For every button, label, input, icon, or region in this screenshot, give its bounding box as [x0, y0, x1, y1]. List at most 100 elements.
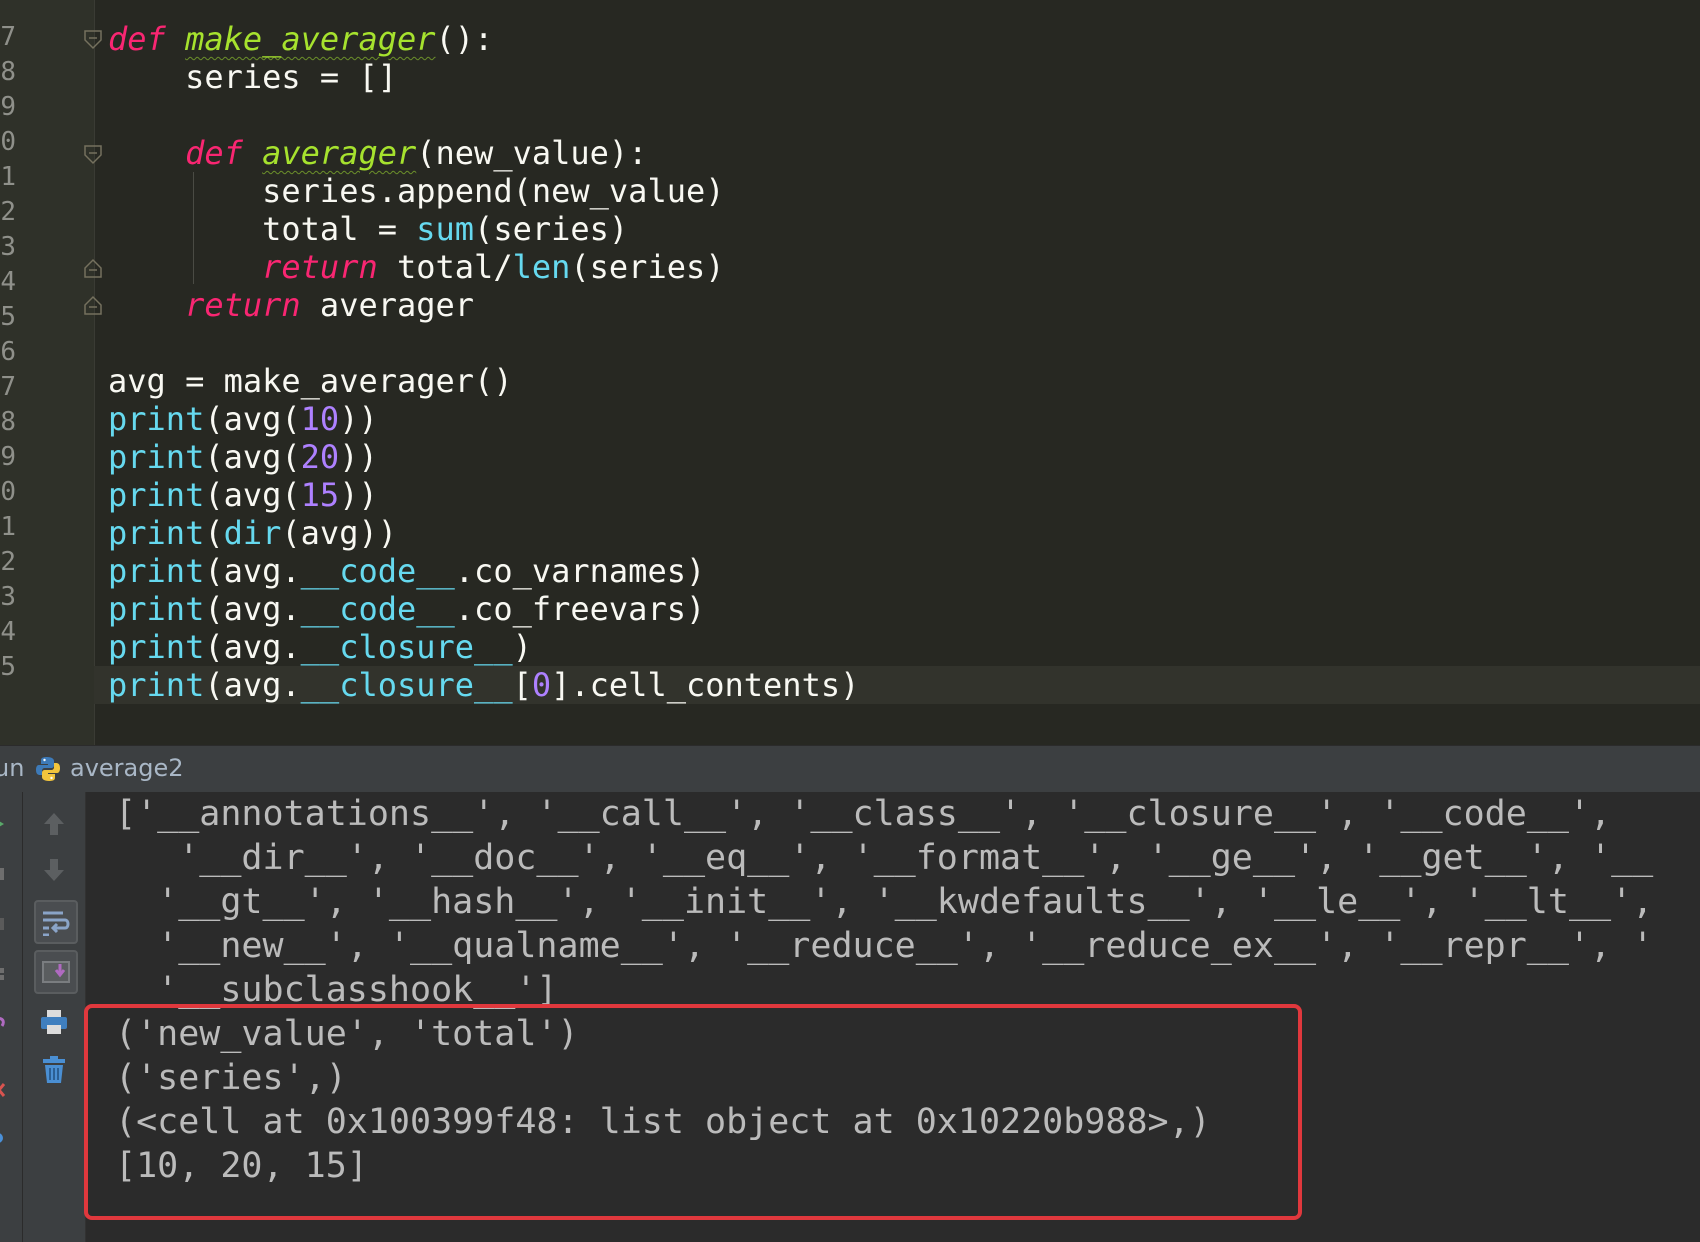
code-text: (series) [570, 248, 725, 286]
builtin: sum [416, 210, 475, 248]
line-number: 1 [0, 162, 16, 192]
code-text: ].cell_contents) [551, 666, 860, 704]
keyword: def [108, 20, 166, 58]
line-number-gutter: 7 8 9 0 1 2 3 4 5 6 7 8 9 0 1 2 3 4 5 [0, 0, 95, 745]
run-panel-header: un average2 [0, 745, 1700, 793]
line-number: 7 [0, 372, 16, 402]
line-number: 5 [0, 302, 16, 332]
run-tab-label[interactable]: un [0, 754, 24, 782]
line-number: 3 [0, 582, 16, 612]
line-number: 9 [0, 92, 16, 122]
code-text: (): [435, 20, 494, 58]
code-line: total = sum(series) [108, 210, 1700, 248]
number: 15 [300, 476, 340, 514]
fold-end-icon[interactable] [84, 295, 102, 315]
line-number: 2 [0, 547, 16, 577]
run-toolbar-left [0, 792, 23, 1242]
builtin: print [108, 628, 205, 666]
code-line: print(avg(15)) [108, 476, 1700, 514]
line-number: 1 [0, 512, 16, 542]
trash-icon[interactable] [34, 1050, 74, 1090]
code-text: )) [339, 400, 378, 438]
soft-wrap-icon[interactable] [34, 900, 78, 944]
code-text: averager [300, 286, 475, 324]
code-line: def averager(new_value): [108, 134, 1700, 172]
code-lines[interactable]: def make_averager(): series = [] def ave… [94, 20, 1700, 704]
code-line: print(avg.__code__.co_varnames) [108, 552, 1700, 590]
stop-icon[interactable] [0, 866, 10, 882]
code-editor[interactable]: 7 8 9 0 1 2 3 4 5 6 7 8 9 0 1 2 3 4 5 de… [0, 0, 1700, 745]
line-number: 4 [0, 617, 16, 647]
output-line: '__gt__', '__hash__', '__init__', '__kwd… [115, 882, 1654, 922]
line-number: 0 [0, 127, 16, 157]
fold-end-icon[interactable] [84, 258, 102, 278]
code-line: print(dir(avg)) [108, 514, 1700, 552]
keyword: def [185, 134, 243, 172]
code-line: avg = make_averager() [108, 362, 513, 400]
code-text: ( [204, 514, 224, 552]
code-line: print(avg.__code__.co_freevars) [108, 590, 1700, 628]
builtin: print [108, 666, 205, 704]
scroll-to-end-icon[interactable] [34, 950, 78, 994]
fold-open-icon[interactable] [84, 30, 102, 50]
code-line: return averager [108, 286, 1700, 324]
code-text: (avg. [204, 552, 301, 590]
code-text: (avg( [204, 438, 301, 476]
print-icon[interactable] [34, 1002, 74, 1042]
code-text: .co_freevars) [454, 590, 706, 628]
builtin: __code__ [300, 552, 455, 590]
builtin: len [512, 248, 571, 286]
code-text: (avg. [204, 590, 301, 628]
close-icon[interactable] [0, 1082, 10, 1098]
line-number: 6 [0, 337, 16, 367]
builtin: print [108, 514, 205, 552]
code-text: (new_value): [416, 134, 648, 172]
python-icon [34, 755, 62, 783]
code-line: series = [] [108, 58, 397, 96]
run-config-name[interactable]: average2 [70, 754, 184, 782]
console-toolbar [23, 792, 86, 1242]
code-line: series.append(new_value) [108, 172, 725, 210]
layout-icon[interactable] [0, 966, 10, 982]
scroll-up-icon[interactable] [34, 804, 74, 844]
code-text: total/ [377, 248, 513, 286]
code-text: (avg)) [281, 514, 397, 552]
highlight-annotation-box [84, 1004, 1302, 1220]
builtin: dir [223, 514, 282, 552]
line-number: 8 [0, 57, 16, 87]
keyword: return [262, 248, 378, 286]
line-number: 3 [0, 232, 16, 262]
builtin: __closure__ [300, 666, 513, 704]
rerun-icon[interactable] [0, 816, 10, 832]
line-number: 7 [0, 22, 16, 52]
builtin: __code__ [300, 590, 455, 628]
builtin: print [108, 438, 205, 476]
builtin: print [108, 552, 205, 590]
line-number: 2 [0, 197, 16, 227]
function-name: averager [262, 134, 417, 172]
code-text: total = [108, 210, 417, 248]
code-line: print(avg(10)) [108, 400, 1700, 438]
code-line: def make_averager(): [108, 20, 1700, 58]
code-text: (avg. [204, 628, 301, 666]
builtin: print [108, 590, 205, 628]
pin-icon[interactable] [0, 1016, 10, 1032]
help-icon[interactable] [0, 1130, 10, 1146]
scroll-down-icon[interactable] [34, 850, 74, 890]
code-line: return total/len(series) [108, 248, 1700, 286]
code-line: print(avg.__closure__) [108, 628, 1700, 666]
line-number: 5 [0, 652, 16, 682]
code-text: )) [339, 438, 378, 476]
pause-icon[interactable] [0, 916, 10, 932]
fold-open-icon[interactable] [84, 145, 102, 165]
code-text: [ [512, 666, 532, 704]
code-line: print(avg(20)) [108, 438, 1700, 476]
code-text: .co_varnames) [454, 552, 706, 590]
code-text: )) [339, 476, 378, 514]
code-text: (avg( [204, 476, 301, 514]
output-line: ['__annotations__', '__call__', '__class… [115, 794, 1612, 834]
code-text: (series) [474, 210, 629, 248]
number: 0 [531, 666, 552, 704]
